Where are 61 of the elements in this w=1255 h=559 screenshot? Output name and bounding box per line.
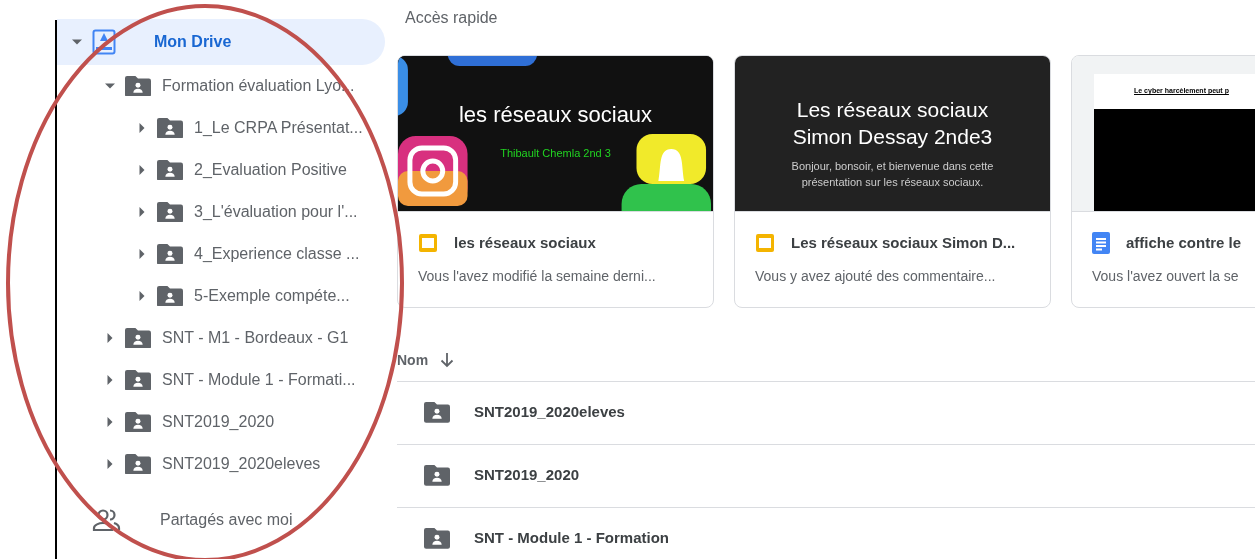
file-name: Les réseaux sociaux Simon D... [791, 233, 1016, 253]
caret-right-icon[interactable] [137, 165, 147, 175]
caret-right-icon[interactable] [137, 123, 147, 133]
file-name: affiche contre le [1126, 233, 1242, 253]
sidebar-item[interactable]: Partagés avec moi [57, 499, 385, 541]
slides-icon [755, 233, 775, 254]
caret-down-icon[interactable] [72, 37, 82, 47]
file-activity: Vous l'avez modifié la semaine derni... [418, 266, 657, 286]
file-name: les réseaux sociaux [454, 233, 596, 253]
slide-title: Les réseaux sociaux Simon Dessay 2nde3 [791, 97, 994, 150]
arrow-down-icon[interactable] [440, 352, 455, 368]
sidebar-item[interactable]: 2_Evaluation Positive [57, 149, 385, 191]
file-activity: Vous y avez ajouté des commentaire... [755, 266, 997, 286]
file-row[interactable]: SNT2019_2020eleves [397, 381, 1255, 445]
file-name: SNT - Module 1 - Formation [474, 528, 669, 549]
sidebar-item[interactable]: 5-Exemple compéte... [57, 275, 385, 317]
column-header[interactable]: Nom [397, 349, 429, 371]
slide-subtitle: Bonjour, bonsoir, et bienvenue dans cette présentation sur les réseaux sociaux. [790, 159, 995, 190]
shared-folder-icon [157, 243, 183, 265]
caret-right-icon[interactable] [105, 417, 115, 427]
caret-right-icon[interactable] [137, 249, 147, 259]
caret-right-icon[interactable] [105, 375, 115, 385]
shared-folder-icon [125, 327, 151, 349]
sidebar-item[interactable]: SNT2019_2020eleves [57, 443, 385, 485]
shared-folder-icon [424, 465, 450, 486]
caret-right-icon[interactable] [105, 459, 115, 469]
people-icon [92, 508, 122, 532]
sidebar-item[interactable]: SNT2019_2020 [57, 401, 385, 443]
shared-folder-icon [157, 285, 183, 307]
caret-right-icon[interactable] [137, 291, 147, 301]
file-row[interactable]: SNT - Module 1 - Formation [397, 507, 1255, 559]
file-name: SNT2019_2020eleves [474, 402, 625, 423]
shared-folder-icon [125, 369, 151, 391]
caret-down-icon[interactable] [105, 81, 115, 91]
shared-folder-icon [424, 528, 450, 549]
shared-folder-icon [157, 117, 183, 139]
sidebar-item[interactable]: SNT - M1 - Bordeaux - G1 [57, 317, 385, 359]
file-row[interactable]: SNT2019_2020 [397, 444, 1255, 508]
slides-icon [418, 233, 438, 254]
drive-icon [92, 29, 116, 55]
sidebar-item[interactable]: 3_L'évaluation pour l'... [57, 191, 385, 233]
shared-folder-icon [424, 402, 450, 423]
shared-folder-icon [125, 453, 151, 475]
slide-title: les réseaux sociaux [458, 101, 653, 129]
sidebar-item[interactable]: 4_Experience classe ... [57, 233, 385, 275]
shared-folder-icon [125, 75, 151, 97]
file-card[interactable]: les réseaux sociaux Thibault Chemla 2nd 3 les réseaux sociaux Vous l'avez modifié la semaine derni... [397, 55, 714, 308]
shared-folder-icon [125, 411, 151, 433]
sidebar-item[interactable]: SNT - Module 1 - Formati... [57, 359, 385, 401]
file-name: SNT2019_2020 [474, 465, 580, 486]
shared-folder-icon [157, 159, 183, 181]
file-activity: Vous l'avez ouvert la se [1092, 266, 1240, 286]
sidebar-item[interactable]: Mon Drive [57, 19, 385, 65]
shared-folder-icon [157, 201, 183, 223]
sidebar-item[interactable]: 1_Le CRPA Présentat... [57, 107, 385, 149]
section-title: Accès rapide [405, 8, 499, 28]
docs-icon [1092, 232, 1110, 255]
file-card[interactable]: Les réseaux sociaux Simon Dessay 2nde3 Bonjour, bonsoir, et bienvenue dans cette présentation sur les réseaux sociaux. Les réseaux sociaux Simon D... Vous y avez ajouté des commentaire... [734, 55, 1051, 308]
slide-subtitle: Thibault Chemla 2nd 3 [500, 146, 611, 161]
caret-right-icon[interactable] [105, 333, 115, 343]
caret-right-icon[interactable] [137, 207, 147, 217]
